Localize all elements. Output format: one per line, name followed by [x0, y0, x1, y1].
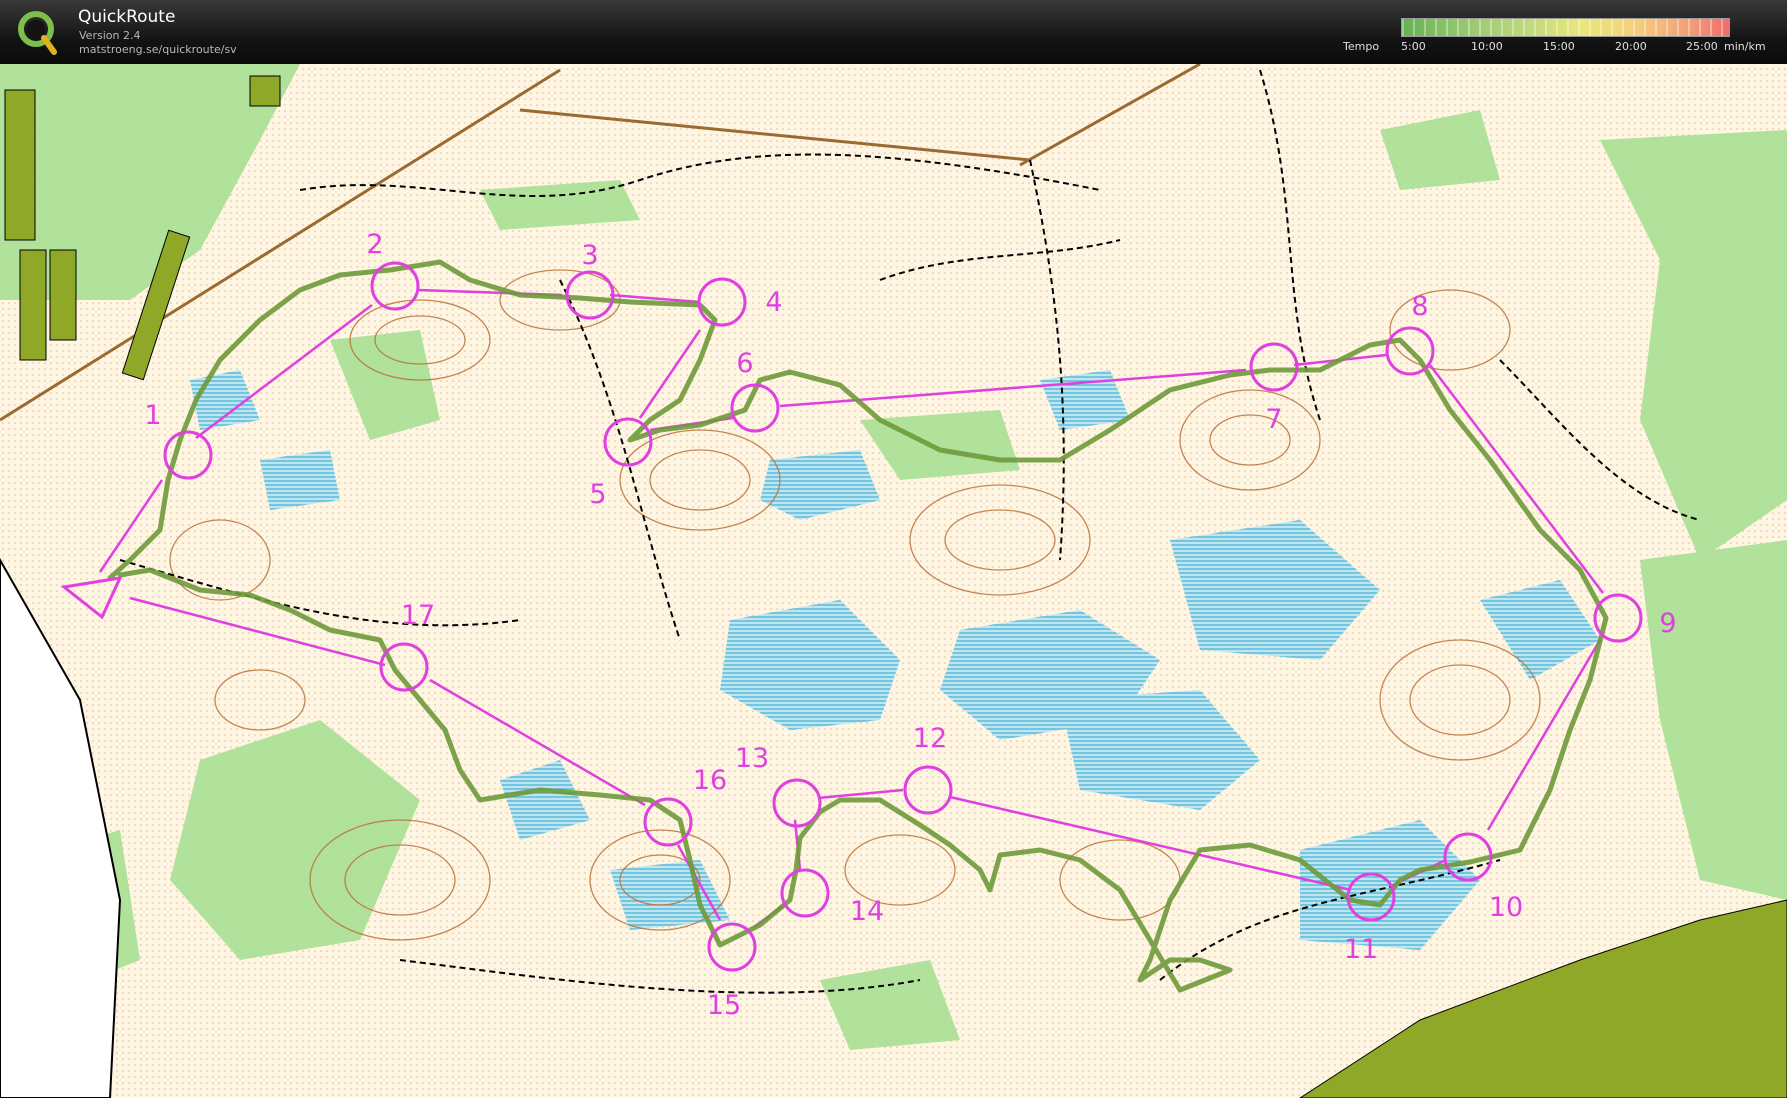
- orienteering-map[interactable]: 12 34567891011121314151617: [0, 64, 1787, 1098]
- control-label-12: 12: [913, 723, 947, 754]
- app-title: QuickRoute: [78, 7, 176, 27]
- legend-unit: min/km: [1724, 40, 1766, 53]
- control-label-11: 11: [1344, 934, 1378, 965]
- app-version: Version 2.4: [79, 29, 141, 42]
- control-label-5: 5: [589, 479, 606, 510]
- control-label-3: 3: [581, 240, 598, 271]
- legend-tick-10: 10:00: [1471, 40, 1503, 53]
- control-label-15: 15: [707, 990, 741, 1021]
- legend-tick-15: 15:00: [1543, 40, 1575, 53]
- control-label-10: 10: [1489, 892, 1523, 923]
- tempo-legend: Tempo 5:00 10:00 15:00 20:00 25:00 min/k…: [1325, 18, 1785, 58]
- control-label-17: 17: [401, 600, 435, 631]
- control-label-7: 7: [1265, 404, 1282, 435]
- control-label-16: 16: [693, 765, 727, 796]
- tempo-color-scale: [1401, 18, 1730, 37]
- control-label-14: 14: [850, 896, 884, 927]
- legend-tick-5: 5:00: [1401, 40, 1426, 53]
- app-url[interactable]: matstroeng.se/quickroute/sv: [79, 43, 237, 56]
- control-label-6: 6: [736, 348, 753, 379]
- quickroute-logo-icon: [18, 11, 57, 55]
- control-label-8: 8: [1411, 291, 1428, 322]
- control-label-2: 2: [366, 229, 383, 260]
- legend-tick-25: 25:00: [1686, 40, 1718, 53]
- app-header: QuickRoute Version 2.4 matstroeng.se/qui…: [0, 0, 1787, 64]
- control-label-13: 13: [735, 743, 769, 774]
- control-label-9: 9: [1659, 608, 1676, 639]
- control-label-1: 1: [144, 400, 161, 431]
- legend-title: Tempo: [1343, 40, 1380, 53]
- legend-tick-20: 20:00: [1615, 40, 1647, 53]
- control-label-4: 4: [765, 287, 782, 318]
